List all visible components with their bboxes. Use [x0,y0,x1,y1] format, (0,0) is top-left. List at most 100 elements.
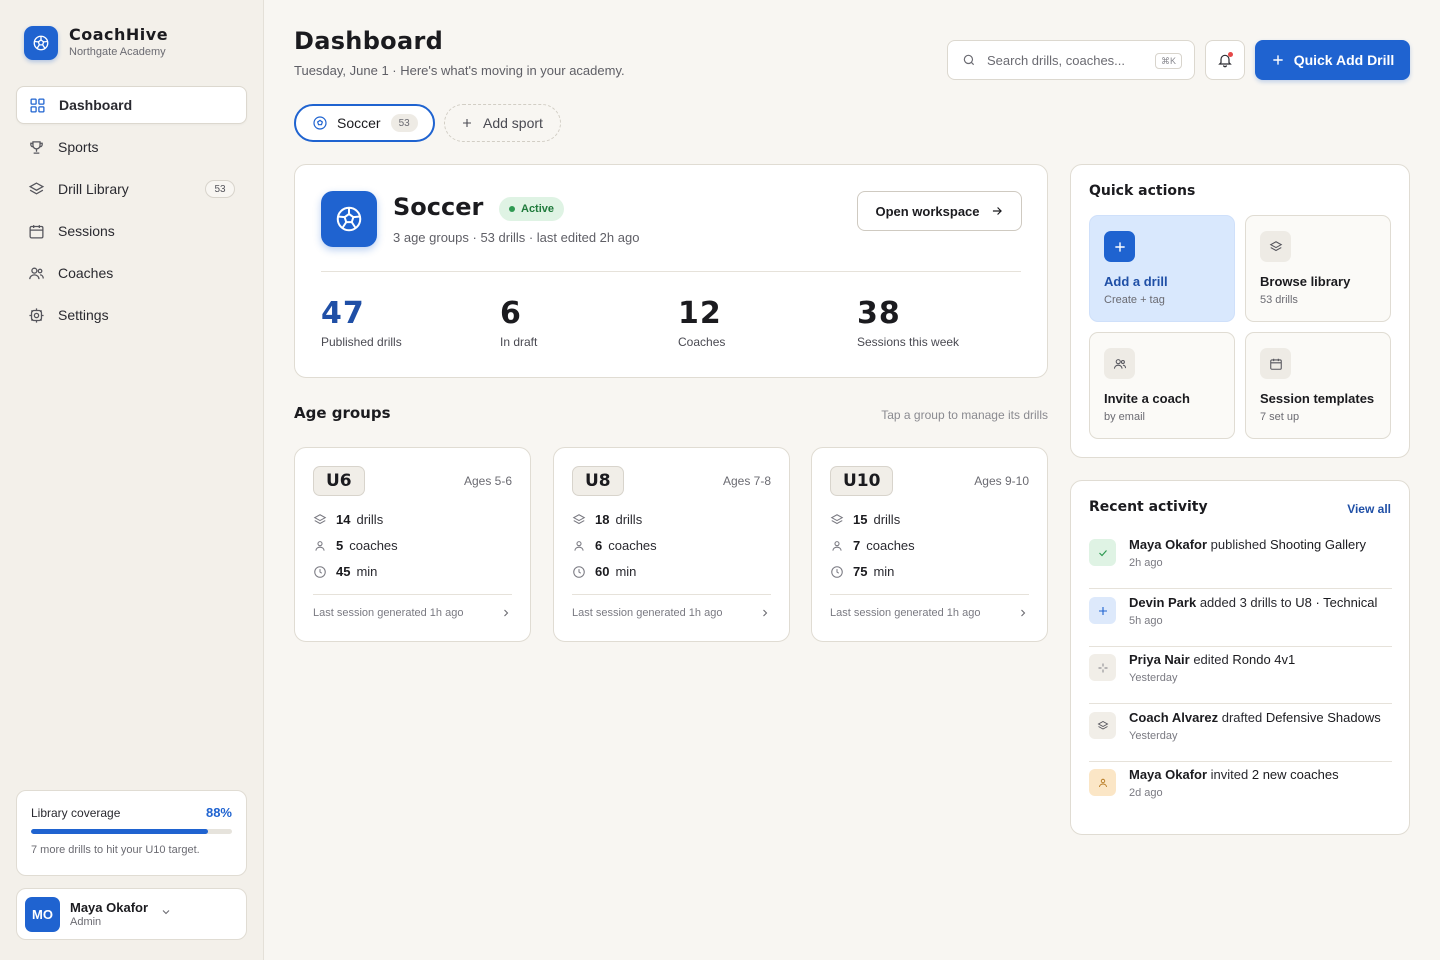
age-group-card-u6[interactable]: U6 Ages 5-6 14 drills 5 coaches 45 min Last… [294,447,531,642]
invite-coach-tile[interactable]: Invite a coach by email [1089,332,1235,439]
coach-count: 6 [595,538,603,553]
activity-item[interactable]: Maya Okafor invited 2 new coaches 2d ago [1089,763,1392,819]
stat-label: Coaches [678,335,726,349]
recent-activity-title: Recent activity [1089,499,1208,515]
activity-item[interactable]: Maya Okafor published Shooting Gallery 2… [1089,533,1392,589]
activity-item[interactable]: Coach Alvarez drafted Defensive Shadows … [1089,706,1392,762]
clock-icon [573,565,585,578]
user-role: Admin [70,915,102,928]
activity-text: Maya Okafor invited 2 new coaches [1129,767,1339,782]
sidebar-item-settings[interactable]: Settings [16,296,247,334]
sidebar-item-coaches[interactable]: Coaches [16,254,247,292]
activity-object: Defensive Shadows [1265,710,1381,725]
quick-add-label: Quick Add Drill [1293,52,1395,68]
stat-published-drills: 47 Published drills [321,296,402,350]
recent-activity-panel: Recent activity View all Maya Okafor pub… [1070,480,1410,835]
chevron-right-icon [504,609,509,617]
duration-minutes: 45 [336,564,351,579]
divider [1089,761,1392,762]
age-group-card-u10[interactable]: U10 Ages 9-10 15 drills 7 coaches 75 min La… [811,447,1048,642]
plus-icon [1273,55,1283,65]
activity-time: 2d ago [1129,787,1163,799]
activity-time: Yesterday [1129,730,1178,742]
add-drill-tile[interactable]: Add a drill Create + tag [1089,215,1235,322]
sidebar-item-dashboard[interactable]: Dashboard [16,86,247,124]
view-all-link[interactable]: View all [1347,502,1391,516]
browse-library-tile[interactable]: Browse library 53 drills [1245,215,1391,322]
sidebar-item-label: Sessions [58,223,115,239]
activity-time: Yesterday [1129,672,1178,684]
brand[interactable]: CoachHive Northgate Academy [24,26,168,60]
avatar: MO [25,896,60,932]
age-group-tag: U6 [313,466,365,496]
add-sport-button[interactable]: Add sport [444,104,561,142]
check-icon [1089,539,1116,566]
activity-verb: published [1207,537,1270,552]
layers-icon [830,513,844,524]
library-coverage-card: Library coverage 88% 7 more drills to hi… [16,790,247,876]
status-label: Active [521,203,555,215]
sidebar-item-sessions[interactable]: Sessions [16,212,247,250]
age-groups-title: Age groups [294,404,391,422]
sidebar-item-label: Settings [58,307,109,323]
sidebar-item-sports[interactable]: Sports [16,128,247,166]
plus-icon [463,119,471,127]
user-menu[interactable]: MO Maya Okafor Admin [16,888,247,940]
activity-text: Coach Alvarez drafted Defensive Shadows [1129,710,1381,725]
duration-row: 45 min [313,564,377,579]
duration-row: 60 min [572,564,636,579]
tile-name: Browse library [1260,274,1351,289]
sidebar: CoachHive Northgate Academy Dashboard Sp… [0,0,264,960]
tile-desc: 53 drills [1260,294,1298,306]
arrow-right-icon [992,207,1002,215]
gear-icon [29,307,44,323]
open-workspace-button[interactable]: Open workspace [857,191,1022,231]
status-dot [509,206,515,212]
age-groups-hint: Tap a group to manage its drills [881,408,1048,422]
age-range: Ages 7-8 [722,474,771,488]
coaches-unit: coaches [349,538,398,553]
soccer-ball-icon [24,26,58,60]
coverage-progress-bar [31,829,232,834]
chevron-down-icon [162,910,170,915]
last-session-text: Last session generated 1h ago [830,607,981,619]
coverage-percent: 88% [205,805,232,820]
layers-icon [1089,712,1116,739]
session-templates-tile[interactable]: Session templates 7 set up [1245,332,1391,439]
tab-soccer[interactable]: Soccer 53 [294,104,435,142]
search-icon [963,54,975,66]
stat-value: 47 [321,296,365,331]
trophy-icon [30,140,43,154]
calendar-icon [1260,348,1291,379]
activity-verb: drafted [1218,710,1266,725]
age-group-tag: U8 [572,466,624,496]
divider [1089,646,1392,647]
soccer-ball-icon [321,191,377,247]
layers-icon [572,513,586,524]
users-icon [1104,348,1135,379]
stat-label: In draft [500,335,538,349]
plus-icon [1104,231,1135,262]
sidebar-item-drill-library[interactable]: Drill Library 53 [16,170,247,208]
activity-object: Shooting Gallery [1269,537,1367,552]
duration-minutes: 60 [595,564,610,579]
sidebar-item-label: Sports [58,139,99,155]
age-range: Ages 5-6 [463,474,512,488]
activity-item[interactable]: Devin Park added 3 drills to U8 · Techni… [1089,591,1392,647]
divider [1089,588,1392,589]
age-group-card-u8[interactable]: U8 Ages 7-8 18 drills 6 coaches 60 min Last… [553,447,790,642]
drills-unit: drills [873,512,901,527]
sport-title: Soccer [393,193,484,221]
search-input[interactable]: Search drills, coaches... ⌘K [947,40,1195,80]
activity-time: 2h ago [1129,557,1163,569]
activity-item[interactable]: Priya Nair edited Rondo 4v1 Yesterday [1089,648,1392,704]
drills-unit: drills [356,512,384,527]
quick-add-drill-button[interactable]: Quick Add Drill [1255,40,1410,80]
layers-icon [1260,231,1291,262]
stat-coaches: 12 Coaches [678,297,726,350]
drill-count: 15 [853,512,868,527]
tab-count-badge: 53 [390,114,418,132]
search-shortcut: ⌘K [1154,53,1182,69]
notifications-button[interactable] [1205,40,1245,80]
activity-object: Rondo 4v1 [1232,652,1296,667]
